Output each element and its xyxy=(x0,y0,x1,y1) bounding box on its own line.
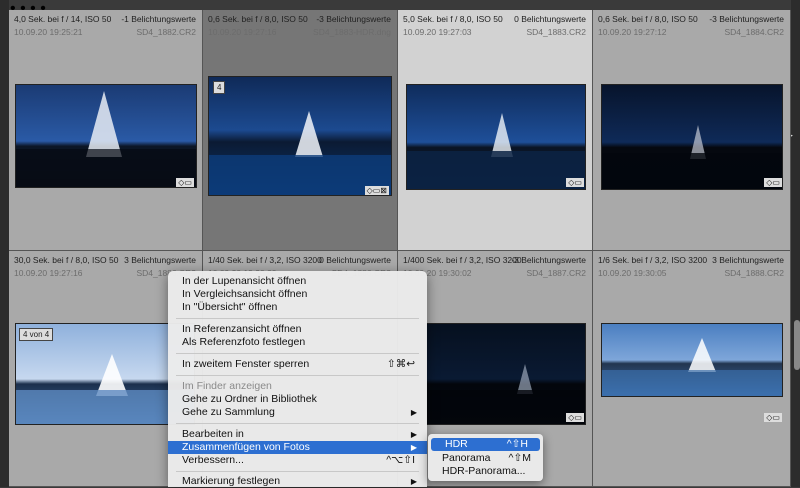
menu-item-open-compare[interactable]: In Vergleichsansicht öffnen xyxy=(168,288,427,301)
exposure-value: -1 Belichtungswerte xyxy=(121,14,196,24)
context-menu: In der Lupenansicht öffnen In Vergleichs… xyxy=(168,271,427,487)
menu-item-open-reference[interactable]: In Referenzansicht öffnen xyxy=(168,323,427,336)
badge-icons: ◇▭ xyxy=(764,178,782,187)
menu-item-lock-second-window[interactable]: In zweitem Fenster sperren ⇧⌘↩ xyxy=(168,358,427,371)
exposure-info: 5,0 Sek. bei f / 8,0, ISO 50 xyxy=(403,14,503,24)
photo-thumbnail[interactable] xyxy=(426,323,586,425)
submenu-item-panorama[interactable]: Panorama ^⇧M xyxy=(428,452,543,465)
exposure-info: 1/40 Sek. bei f / 3,2, ISO 3200 xyxy=(208,255,322,265)
submenu-arrow-icon: ▶ xyxy=(410,477,417,486)
grid-cell[interactable]: 4,0 Sek. bei f / 14, ISO 50 -1 Belichtun… xyxy=(9,10,203,251)
submenu-arrow-icon: ▶ xyxy=(410,408,417,417)
capture-date: 10.09.20 19:27:16 xyxy=(208,27,277,37)
exposure-value: 3 Belichtungswerte xyxy=(124,255,196,265)
submenu-item-hdr[interactable]: HDR ^⇧H xyxy=(431,438,540,451)
right-panel-edge xyxy=(791,0,800,487)
photo-thumbnail[interactable] xyxy=(208,76,392,196)
menu-item-open-survey[interactable]: In "Übersicht" öffnen xyxy=(168,301,427,314)
exposure-info: 1/400 Sek. bei f / 3,2, ISO 3200 xyxy=(403,255,522,265)
exposure-value: -3 Belichtungswerte xyxy=(511,255,586,265)
submenu-arrow-icon: ▶ xyxy=(410,430,417,439)
menu-item-set-flag[interactable]: Markierung festlegen ▶ xyxy=(168,475,427,488)
menu-item-open-loupe[interactable]: In der Lupenansicht öffnen xyxy=(168,275,427,288)
exposure-info: 0,6 Sek. bei f / 8,0, ISO 50 xyxy=(208,14,308,24)
exposure-value: 0 Belichtungswerte xyxy=(319,255,391,265)
capture-date: 10.09.20 19:30:05 xyxy=(598,268,667,278)
badge-icons: ◇▭ xyxy=(566,413,584,422)
submenu-item-hdr-panorama[interactable]: HDR-Panorama... xyxy=(428,465,543,478)
menu-separator xyxy=(176,353,419,354)
grid-cell[interactable]: 5,0 Sek. bei f / 8,0, ISO 50 0 Belichtun… xyxy=(398,10,593,251)
photo-thumbnail[interactable] xyxy=(15,84,197,188)
submenu-arrow-icon: ▶ xyxy=(410,443,417,452)
grid-cell-selected[interactable]: 0,6 Sek. bei f / 8,0, ISO 50 -3 Belichtu… xyxy=(203,10,398,251)
capture-date: 10.09.20 19:27:03 xyxy=(403,27,472,37)
scrollbar[interactable] xyxy=(794,320,800,370)
photo-thumbnail[interactable] xyxy=(601,323,783,397)
cell-header: 4,0 Sek. bei f / 14, ISO 50 -1 Belichtun… xyxy=(9,10,202,48)
exposure-value: -3 Belichtungswerte xyxy=(709,14,784,24)
shortcut-label: ^⌥⇧I xyxy=(386,454,415,466)
cell-header: 0,6 Sek. bei f / 8,0, ISO 50 -3 Belichtu… xyxy=(203,10,397,48)
exposure-info: 30,0 Sek. bei f / 8,0, ISO 50 xyxy=(14,255,119,265)
capture-date: 10.09.20 19:27:16 xyxy=(14,268,83,278)
photo-thumbnail[interactable] xyxy=(601,84,783,190)
shortcut-label: ^⇧M xyxy=(508,452,531,464)
badge-icons: ◇▭⊠ xyxy=(364,186,389,195)
grid-cell[interactable]: 0,6 Sek. bei f / 8,0, ISO 50 -3 Belichtu… xyxy=(593,10,791,251)
menu-separator xyxy=(176,423,419,424)
file-name: SD4_1883.CR2 xyxy=(526,27,586,37)
photo-merge-submenu: HDR ^⇧H Panorama ^⇧M HDR-Panorama... xyxy=(428,434,543,481)
menu-item-go-to-collection[interactable]: Gehe zu Sammlung ▶ xyxy=(168,406,427,419)
file-name: SD4_1887.CR2 xyxy=(526,268,586,278)
menu-separator xyxy=(176,471,419,472)
shortcut-label: ⇧⌘↩ xyxy=(386,358,415,370)
cell-header: 0,6 Sek. bei f / 8,0, ISO 50 -3 Belichtu… xyxy=(593,10,790,48)
cell-header: 5,0 Sek. bei f / 8,0, ISO 50 0 Belichtun… xyxy=(398,10,592,48)
menu-item-edit-in[interactable]: Bearbeiten in ▶ xyxy=(168,428,427,441)
file-name: SD4_1884.CR2 xyxy=(724,27,784,37)
badge-icons: ◇▭ xyxy=(176,178,194,187)
badge-icons: ◇▭ xyxy=(566,178,584,187)
photo-thumbnail[interactable] xyxy=(406,84,586,190)
menu-item-photo-merge[interactable]: Zusammenfügen von Fotos ▶ xyxy=(168,441,427,454)
menu-separator xyxy=(176,318,419,319)
exposure-value: -3 Belichtungswerte xyxy=(316,14,391,24)
stack-count-badge[interactable]: 4 xyxy=(213,81,226,94)
file-name: SD4_1883-HDR.dng xyxy=(313,27,391,37)
menu-item-set-reference[interactable]: Als Referenzfoto festlegen xyxy=(168,336,427,349)
menu-item-show-in-finder: Im Finder anzeigen xyxy=(182,380,272,392)
capture-date: 10.09.20 19:27:12 xyxy=(598,27,667,37)
grid-cell[interactable]: 1/6 Sek. bei f / 3,2, ISO 3200 3 Belicht… xyxy=(593,251,791,487)
capture-date: 10.09.20 19:25:21 xyxy=(14,27,83,37)
cell-header: 1/400 Sek. bei f / 3,2, ISO 3200 -3 Beli… xyxy=(398,251,592,289)
file-name: SD4_1882.CR2 xyxy=(136,27,196,37)
badge-icons: ◇▭ xyxy=(764,413,782,422)
cell-header: 1/6 Sek. bei f / 3,2, ISO 3200 3 Belicht… xyxy=(593,251,790,289)
exposure-info: 4,0 Sek. bei f / 14, ISO 50 xyxy=(14,14,112,24)
menu-item-go-to-folder[interactable]: Gehe zu Ordner in Bibliothek xyxy=(168,393,427,406)
exposure-info: 1/6 Sek. bei f / 3,2, ISO 3200 xyxy=(598,255,708,265)
file-name: SD4_1888.CR2 xyxy=(724,268,784,278)
shortcut-label: ^⇧H xyxy=(506,438,528,450)
stack-count-badge[interactable]: 4 von 4 xyxy=(19,328,54,341)
left-panel-edge xyxy=(0,0,9,487)
menu-item-enhance[interactable]: Verbessern... ^⌥⇧I xyxy=(168,454,427,467)
exposure-info: 0,6 Sek. bei f / 8,0, ISO 50 xyxy=(598,14,698,24)
exposure-value: 3 Belichtungswerte xyxy=(712,255,784,265)
menu-separator xyxy=(176,375,419,376)
exposure-value: 0 Belichtungswerte xyxy=(514,14,586,24)
